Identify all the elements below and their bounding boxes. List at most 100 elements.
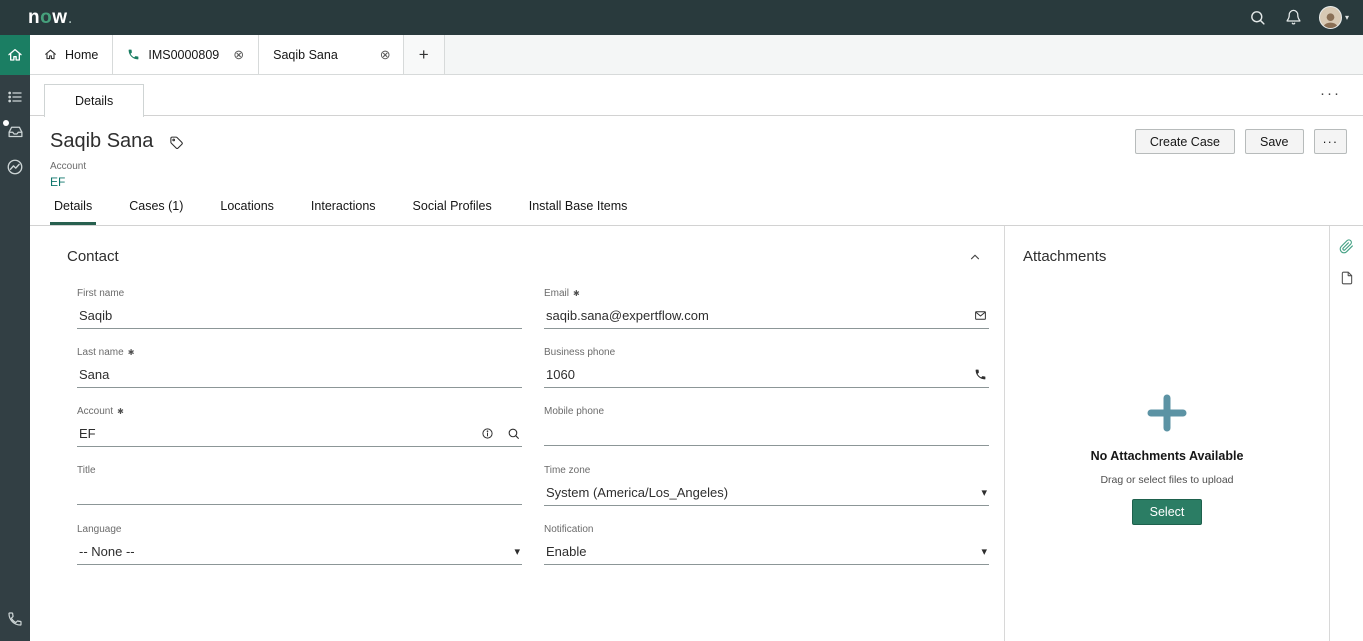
right-icon-rail bbox=[1330, 226, 1363, 641]
first-name-value: Saqib bbox=[79, 308, 520, 323]
close-tab-icon[interactable]: ⊗ bbox=[233, 47, 244, 63]
plus-icon bbox=[1147, 394, 1187, 432]
account-input[interactable]: EF bbox=[77, 426, 522, 447]
main-row: Contact First name Saqib Email✱ saqib.sa… bbox=[30, 226, 1363, 641]
document-icon[interactable] bbox=[1340, 271, 1354, 285]
tag-icon[interactable] bbox=[169, 134, 184, 149]
notification-select[interactable]: Enable ▾ bbox=[544, 544, 989, 565]
sidebar-item-phone-icon[interactable] bbox=[0, 611, 30, 627]
attachments-title: Attachments bbox=[1005, 226, 1329, 265]
subtab-locations[interactable]: Locations bbox=[216, 199, 278, 225]
email-icon[interactable] bbox=[974, 309, 987, 322]
logo-o: o bbox=[40, 7, 52, 29]
record-subtabs: Details Cases (1) Locations Interactions… bbox=[30, 199, 1363, 226]
first-name-input[interactable]: Saqib bbox=[77, 308, 522, 329]
close-tab-icon[interactable]: ⊗ bbox=[380, 47, 391, 63]
logo-n: n bbox=[28, 7, 40, 29]
field-business-phone: Business phone 1060 bbox=[544, 346, 989, 388]
attachments-panel: Attachments No Attachments Available Dra… bbox=[1005, 226, 1330, 641]
subtab-details[interactable]: Details bbox=[50, 199, 96, 225]
field-label: Time zone bbox=[544, 464, 989, 476]
more-actions-button[interactable]: ··· bbox=[1314, 129, 1348, 154]
business-phone-value: 1060 bbox=[546, 367, 974, 382]
record-header: Saqib Sana Create Case Save ··· Account … bbox=[30, 116, 1363, 189]
chevron-down-icon[interactable]: ▾ bbox=[981, 545, 987, 558]
phone-icon[interactable] bbox=[974, 368, 987, 381]
time-zone-select[interactable]: System (America/Los_Angeles) ▾ bbox=[544, 485, 989, 506]
field-label: Last name✱ bbox=[77, 346, 522, 358]
workspace-tab-interaction[interactable]: IMS0000809 ⊗ bbox=[113, 35, 259, 74]
workspace-tab-label: Home bbox=[65, 48, 98, 62]
now-logo[interactable]: now. bbox=[28, 7, 72, 29]
required-marker: ✱ bbox=[573, 289, 580, 298]
record-actions: Create Case Save ··· bbox=[1135, 129, 1347, 154]
notification-value: Enable bbox=[546, 544, 981, 559]
email-value: saqib.sana@expertflow.com bbox=[546, 308, 974, 323]
add-tab-button[interactable]: + bbox=[404, 35, 445, 74]
lookup-search-icon[interactable] bbox=[507, 427, 520, 440]
email-input[interactable]: saqib.sana@expertflow.com bbox=[544, 308, 989, 329]
last-name-input[interactable]: Sana bbox=[77, 367, 522, 388]
home-icon bbox=[44, 48, 57, 61]
field-label: Email✱ bbox=[544, 287, 989, 299]
required-marker: ✱ bbox=[128, 348, 135, 357]
mobile-phone-input[interactable] bbox=[544, 426, 989, 446]
workspace-tab-label: Saqib Sana bbox=[273, 48, 338, 62]
avatar bbox=[1319, 6, 1342, 29]
record-tab-details[interactable]: Details bbox=[44, 84, 144, 117]
workspace-tab-contact[interactable]: Saqib Sana ⊗ bbox=[259, 35, 404, 74]
subtab-install-base-items[interactable]: Install Base Items bbox=[525, 199, 632, 225]
chevron-down-icon: ▾ bbox=[1345, 13, 1349, 22]
page-title: Saqib Sana bbox=[50, 130, 153, 153]
field-label: Language bbox=[77, 523, 522, 535]
workspace-tab-label: IMS0000809 bbox=[148, 48, 219, 62]
contact-section-title: Contact bbox=[67, 248, 119, 265]
attachments-empty-state: No Attachments Available Drag or select … bbox=[1005, 394, 1329, 525]
chevron-down-icon[interactable]: ▾ bbox=[981, 486, 987, 499]
phone-icon bbox=[127, 48, 140, 61]
subtab-social-profiles[interactable]: Social Profiles bbox=[409, 199, 496, 225]
collapse-section-icon[interactable] bbox=[968, 250, 982, 264]
search-icon[interactable] bbox=[1247, 7, 1268, 28]
workspace-tab-bar: Home IMS0000809 ⊗ Saqib Sana ⊗ + bbox=[30, 35, 1363, 75]
field-account: Account✱ EF bbox=[77, 405, 522, 447]
business-phone-input[interactable]: 1060 bbox=[544, 367, 989, 388]
account-label: Account bbox=[50, 161, 1347, 172]
field-label: First name bbox=[77, 287, 522, 299]
info-icon[interactable] bbox=[481, 427, 494, 440]
tabstrip-more-button[interactable]: ··· bbox=[1314, 83, 1347, 104]
logo-w: w bbox=[52, 7, 67, 29]
contact-form-grid: First name Saqib Email✱ saqib.sana@exper… bbox=[77, 287, 989, 582]
field-label: Title bbox=[77, 464, 522, 476]
last-name-value: Sana bbox=[79, 367, 520, 382]
content-area: Details ··· Saqib Sana Create Case Save … bbox=[30, 75, 1363, 641]
inbox-notification-dot bbox=[3, 120, 9, 126]
attachments-paperclip-icon[interactable] bbox=[1339, 239, 1354, 254]
field-label: Business phone bbox=[544, 346, 989, 358]
field-language: Language -- None -- ▾ bbox=[77, 523, 522, 565]
sidebar-item-analytics-globe-icon[interactable] bbox=[6, 158, 24, 176]
field-last-name: Last name✱ Sana bbox=[77, 346, 522, 388]
sidebar-item-inbox-icon[interactable] bbox=[7, 123, 24, 140]
logo-dot: . bbox=[69, 12, 73, 26]
sidebar-item-list-icon[interactable] bbox=[7, 89, 23, 105]
language-value: -- None -- bbox=[79, 544, 514, 559]
field-email: Email✱ saqib.sana@expertflow.com bbox=[544, 287, 989, 329]
language-select[interactable]: -- None -- ▾ bbox=[77, 544, 522, 565]
subtab-cases[interactable]: Cases (1) bbox=[125, 199, 187, 225]
field-time-zone: Time zone System (America/Los_Angeles) ▾ bbox=[544, 464, 989, 506]
workspace-tab-home[interactable]: Home bbox=[30, 35, 113, 74]
create-case-button[interactable]: Create Case bbox=[1135, 129, 1235, 154]
sidebar-item-home[interactable] bbox=[0, 35, 30, 75]
subtab-interactions[interactable]: Interactions bbox=[307, 199, 380, 225]
chevron-down-icon[interactable]: ▾ bbox=[514, 545, 520, 558]
title-input[interactable] bbox=[77, 485, 522, 505]
account-link[interactable]: EF bbox=[50, 175, 1347, 189]
save-button[interactable]: Save bbox=[1245, 129, 1304, 154]
notifications-bell-icon[interactable] bbox=[1283, 7, 1304, 28]
field-title: Title bbox=[77, 464, 522, 506]
required-marker: ✱ bbox=[117, 407, 124, 416]
user-menu[interactable]: ▾ bbox=[1319, 6, 1349, 29]
select-files-button[interactable]: Select bbox=[1132, 499, 1203, 525]
field-label: Mobile phone bbox=[544, 405, 989, 417]
